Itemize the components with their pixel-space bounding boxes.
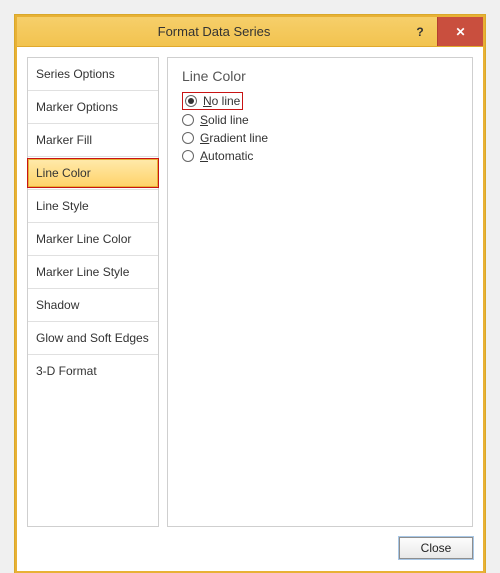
sidebar-item-marker-line-color[interactable]: Marker Line Color (28, 225, 158, 253)
sidebar-item-label: Marker Options (36, 100, 118, 114)
sidebar-item-shadow[interactable]: Shadow (28, 291, 158, 319)
panel-title: Line Color (182, 68, 458, 84)
sidebar-item-label: Marker Fill (36, 133, 92, 147)
radio-icon (182, 150, 194, 162)
dialog-title: Format Data Series (25, 24, 403, 39)
sidebar-item-3d-format[interactable]: 3-D Format (28, 357, 158, 385)
radio-automatic[interactable]: Automatic (182, 147, 458, 165)
sidebar-item-marker-fill[interactable]: Marker Fill (28, 126, 158, 154)
category-sidebar: Series Options Marker Options Marker Fil… (27, 57, 159, 527)
help-icon: ? (416, 25, 423, 39)
radio-solid-line[interactable]: Solid line (182, 111, 458, 129)
sidebar-item-series-options[interactable]: Series Options (28, 60, 158, 88)
close-button[interactable]: Close (399, 537, 473, 559)
sidebar-item-label: Marker Line Style (36, 265, 129, 279)
dialog-body: Series Options Marker Options Marker Fil… (17, 47, 483, 533)
panel-line-color: Line Color No line Solid line Gradient l… (167, 57, 473, 527)
radio-gradient-line[interactable]: Gradient line (182, 129, 458, 147)
format-data-series-dialog: Format Data Series ? ✕ Series Options Ma… (15, 15, 485, 573)
titlebar-buttons: ? ✕ (403, 17, 483, 46)
help-button[interactable]: ? (403, 17, 437, 46)
window-close-button[interactable]: ✕ (437, 17, 483, 46)
sidebar-separator (28, 123, 158, 124)
sidebar-item-label: Series Options (36, 67, 115, 81)
sidebar-item-glow-soft-edges[interactable]: Glow and Soft Edges (28, 324, 158, 352)
sidebar-item-label: Line Color (36, 166, 91, 180)
sidebar-item-line-style[interactable]: Line Style (28, 192, 158, 220)
sidebar-item-label: Line Style (36, 199, 89, 213)
sidebar-separator (28, 354, 158, 355)
sidebar-item-line-color[interactable]: Line Color (28, 159, 158, 187)
radio-icon (182, 132, 194, 144)
sidebar-item-label: 3-D Format (36, 364, 97, 378)
sidebar-separator (28, 156, 158, 157)
sidebar-item-label: Shadow (36, 298, 79, 312)
sidebar-item-label: Marker Line Color (36, 232, 131, 246)
sidebar-item-marker-line-style[interactable]: Marker Line Style (28, 258, 158, 286)
radio-label: Gradient line (200, 131, 268, 145)
sidebar-separator (28, 288, 158, 289)
dialog-footer: Close (17, 533, 483, 571)
sidebar-separator (28, 222, 158, 223)
radio-label: Solid line (200, 113, 249, 127)
sidebar-separator (28, 90, 158, 91)
title-bar[interactable]: Format Data Series ? ✕ (17, 17, 483, 47)
radio-no-line[interactable]: No line (182, 92, 243, 110)
radio-label: Automatic (200, 149, 253, 163)
radio-label: No line (203, 94, 240, 108)
radio-icon (185, 95, 197, 107)
sidebar-separator (28, 255, 158, 256)
close-icon: ✕ (455, 25, 465, 39)
sidebar-separator (28, 321, 158, 322)
sidebar-item-label: Glow and Soft Edges (36, 331, 149, 345)
close-button-label: Close (421, 541, 452, 555)
sidebar-separator (28, 189, 158, 190)
sidebar-item-marker-options[interactable]: Marker Options (28, 93, 158, 121)
radio-icon (182, 114, 194, 126)
